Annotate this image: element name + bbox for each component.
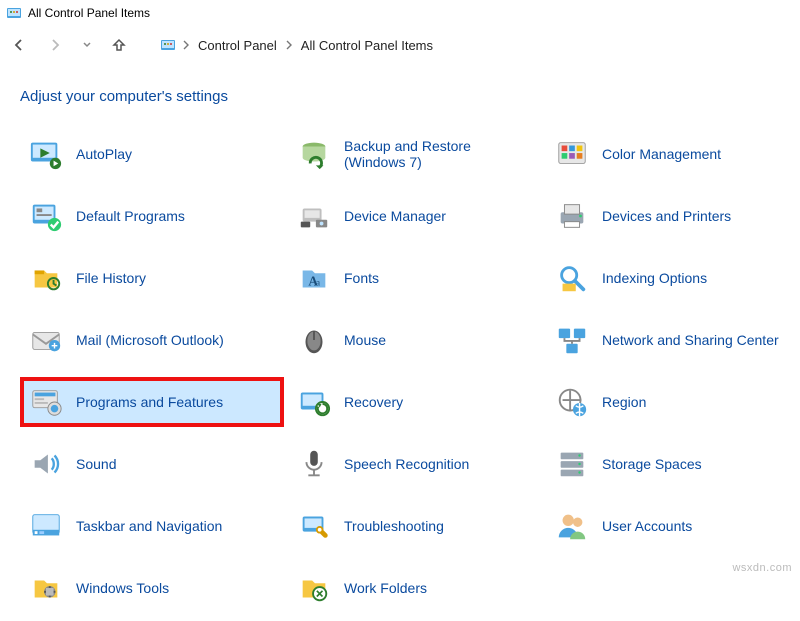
item-label: Fonts xyxy=(344,270,379,286)
control-panel-item[interactable]: Programs and Features xyxy=(22,379,282,425)
devices-printers-icon xyxy=(554,198,590,234)
programs-features-icon xyxy=(28,384,64,420)
control-panel-item[interactable]: Work Folders xyxy=(290,565,540,611)
control-panel-item[interactable]: Taskbar and Navigation xyxy=(22,503,282,549)
network-icon xyxy=(554,322,590,358)
recovery-icon xyxy=(296,384,332,420)
item-label: Speech Recognition xyxy=(344,456,469,472)
address-bar[interactable]: Control Panel All Control Panel Items xyxy=(156,31,439,59)
control-panel-item[interactable]: Speech Recognition xyxy=(290,441,540,487)
window-titlebar: All Control Panel Items xyxy=(0,0,800,26)
content-area: Adjust your computer's settings AutoPlay… xyxy=(0,64,800,621)
user-accounts-icon xyxy=(554,508,590,544)
window-title: All Control Panel Items xyxy=(28,6,150,20)
recent-locations-button[interactable] xyxy=(82,40,92,50)
item-label: Default Programs xyxy=(76,208,185,224)
item-label: Color Management xyxy=(602,146,721,162)
control-panel-item[interactable]: Device Manager xyxy=(290,193,540,239)
control-panel-item[interactable]: File History xyxy=(22,255,282,301)
speech-icon xyxy=(296,446,332,482)
control-panel-item[interactable]: Storage Spaces xyxy=(548,441,800,487)
control-panel-item[interactable]: Region xyxy=(548,379,800,425)
device-manager-icon xyxy=(296,198,332,234)
item-label: Recovery xyxy=(344,394,403,410)
control-panel-item[interactable]: Windows Tools xyxy=(22,565,282,611)
control-panel-item[interactable]: Fonts xyxy=(290,255,540,301)
item-label: Device Manager xyxy=(344,208,446,224)
control-panel-item[interactable]: Devices and Printers xyxy=(548,193,800,239)
item-label: Indexing Options xyxy=(602,270,707,286)
windows-tools-icon xyxy=(28,570,64,606)
control-panel-item[interactable]: Network and Sharing Center xyxy=(548,317,800,363)
storage-icon xyxy=(554,446,590,482)
fonts-icon xyxy=(296,260,332,296)
default-programs-icon xyxy=(28,198,64,234)
item-label: Region xyxy=(602,394,646,410)
region-icon xyxy=(554,384,590,420)
back-button[interactable] xyxy=(10,36,28,54)
item-label: Mouse xyxy=(344,332,386,348)
forward-button[interactable] xyxy=(46,36,64,54)
item-label: Network and Sharing Center xyxy=(602,332,779,348)
chevron-right-icon[interactable] xyxy=(285,40,293,50)
control-panel-item[interactable]: AutoPlay xyxy=(22,131,282,177)
item-label: AutoPlay xyxy=(76,146,132,162)
control-panel-item[interactable]: Indexing Options xyxy=(548,255,800,301)
color-management-icon xyxy=(554,136,590,172)
item-label: Backup and Restore (Windows 7) xyxy=(344,138,534,170)
backup-icon xyxy=(296,136,332,172)
work-folders-icon xyxy=(296,570,332,606)
troubleshooting-icon xyxy=(296,508,332,544)
control-panel-item[interactable]: Mouse xyxy=(290,317,540,363)
breadcrumb-current[interactable]: All Control Panel Items xyxy=(299,38,435,53)
item-label: Mail (Microsoft Outlook) xyxy=(76,332,224,348)
item-label: Troubleshooting xyxy=(344,518,444,534)
control-panel-item[interactable]: Sound xyxy=(22,441,282,487)
item-label: Devices and Printers xyxy=(602,208,731,224)
control-panel-icon xyxy=(6,5,22,21)
chevron-right-icon[interactable] xyxy=(182,40,190,50)
item-label: Programs and Features xyxy=(76,394,223,410)
control-panel-item[interactable]: User Accounts xyxy=(548,503,800,549)
mouse-icon xyxy=(296,322,332,358)
item-label: User Accounts xyxy=(602,518,692,534)
item-label: Storage Spaces xyxy=(602,456,702,472)
breadcrumb-root[interactable]: Control Panel xyxy=(196,38,279,53)
taskbar-icon xyxy=(28,508,64,544)
control-panel-icon xyxy=(160,37,176,53)
watermark: wsxdn.com xyxy=(732,562,792,574)
page-heading: Adjust your computer's settings xyxy=(20,88,780,105)
item-label: Sound xyxy=(76,456,116,472)
control-panel-item[interactable]: Mail (Microsoft Outlook) xyxy=(22,317,282,363)
item-label: File History xyxy=(76,270,146,286)
up-button[interactable] xyxy=(110,36,128,54)
autoplay-icon xyxy=(28,136,64,172)
item-label: Taskbar and Navigation xyxy=(76,518,222,534)
control-panel-item[interactable]: Backup and Restore (Windows 7) xyxy=(290,131,540,177)
control-panel-item[interactable]: Recovery xyxy=(290,379,540,425)
sound-icon xyxy=(28,446,64,482)
control-panel-item[interactable]: Default Programs xyxy=(22,193,282,239)
navigation-bar: Control Panel All Control Panel Items xyxy=(0,26,800,64)
control-panel-item[interactable]: Troubleshooting xyxy=(290,503,540,549)
control-panel-item[interactable]: Color Management xyxy=(548,131,800,177)
items-grid: AutoPlay Backup and Restore (Windows 7) Co… xyxy=(20,131,780,611)
item-label: Windows Tools xyxy=(76,580,169,596)
file-history-icon xyxy=(28,260,64,296)
item-label: Work Folders xyxy=(344,580,427,596)
indexing-options-icon xyxy=(554,260,590,296)
mail-icon xyxy=(28,322,64,358)
